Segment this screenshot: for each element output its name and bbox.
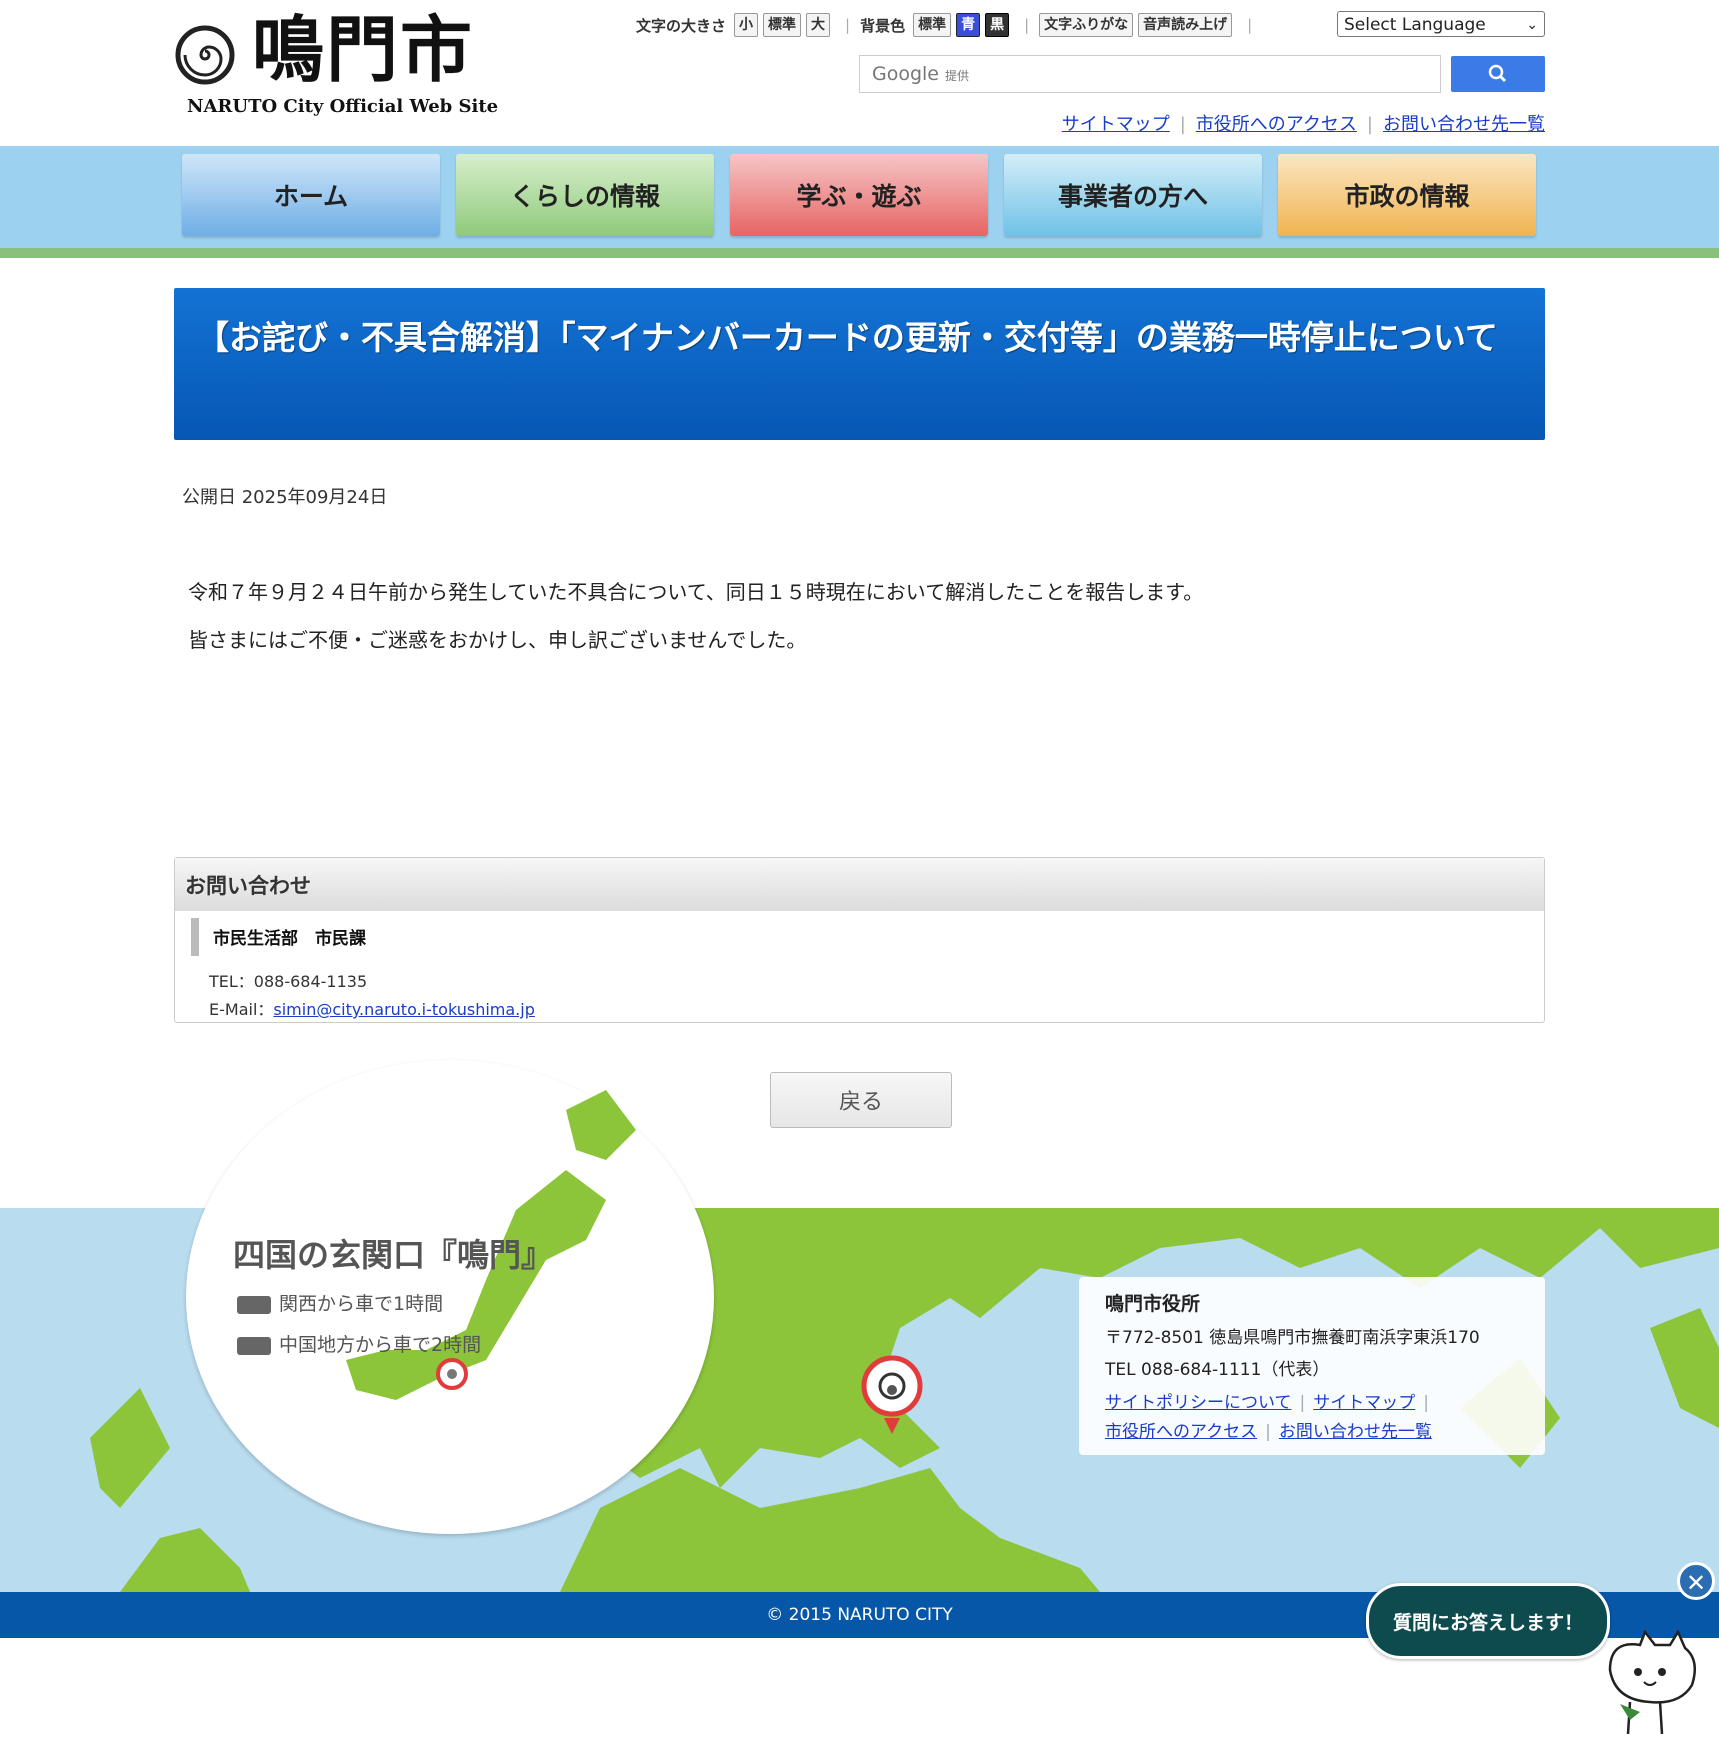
cat-mascot-icon[interactable] <box>1600 1630 1710 1740</box>
article-paragraph: 令和７年９月２４日午前から発生していた不具合について、同日１５時現在において解消… <box>188 580 1204 604</box>
footer-links-row: サイトポリシーについて | サイトマップ | <box>1105 1393 1429 1413</box>
footer-access-link[interactable]: 市役所へのアクセス <box>1105 1422 1257 1442</box>
car-icon <box>237 1295 271 1314</box>
furigana-button[interactable]: 文字ふりがな <box>1039 13 1134 37</box>
footer-tagline: 四国の玄関口『鳴門』 <box>233 1236 554 1274</box>
search-input[interactable]: Google 提供 <box>859 55 1441 93</box>
nav-business[interactable]: 事業者の方へ <box>1004 154 1262 236</box>
chatbot-button[interactable]: 質問にお答えします！ <box>1366 1583 1610 1659</box>
contact-list-link[interactable]: お問い合わせ先一覧 <box>1383 114 1545 135</box>
search-button[interactable] <box>1451 56 1545 92</box>
font-size-standard-button[interactable]: 標準 <box>763 13 802 37</box>
published-date: 公開日 2025年09月24日 <box>182 487 388 508</box>
dept-marker <box>191 918 199 956</box>
site-logo-text[interactable]: 鳴門市 <box>252 14 474 86</box>
contact-tel: TEL：088-684-1135 <box>209 972 368 991</box>
language-select-value: Select Language <box>1344 15 1486 35</box>
footer-links-row: 市役所へのアクセス | お問い合わせ先一覧 <box>1105 1422 1432 1442</box>
background-color-label: 背景色 <box>860 16 906 35</box>
bg-black-button[interactable]: 黒 <box>985 13 1010 37</box>
nav-underline <box>0 248 1719 258</box>
footer-sitemap-link[interactable]: サイトマップ <box>1313 1393 1415 1413</box>
access-link[interactable]: 市役所へのアクセス <box>1196 114 1357 135</box>
sitemap-link[interactable]: サイトマップ <box>1062 114 1170 135</box>
access-chugoku: 中国地方から車で2時間 <box>237 1330 481 1357</box>
contact-email-row: E-Mail：simin@city.naruto.i-tokushima.jp <box>209 1000 535 1019</box>
bg-blue-button[interactable]: 青 <box>956 13 981 37</box>
site-logo-subtitle: NARUTO City Official Web Site <box>187 96 499 117</box>
divider: | <box>845 16 851 34</box>
read-aloud-button[interactable]: 音声読み上げ <box>1138 13 1233 37</box>
nav-living-info[interactable]: くらしの情報 <box>456 154 714 236</box>
nav-learn-play[interactable]: 学ぶ・遊ぶ <box>730 154 988 236</box>
search-icon <box>1488 64 1507 83</box>
city-hall-info: 鳴門市役所 〒772-8501 徳島県鳴門市撫養町南浜字東浜170 TEL 08… <box>1079 1277 1545 1455</box>
page-title: 【お詫び・不具合解消】「マイナンバーカードの更新・交付等」の業務一時停止について <box>174 288 1545 440</box>
font-size-small-button[interactable]: 小 <box>734 13 759 37</box>
accessibility-toolbar: 文字の大きさ 小 標準 大 | 背景色 標準 青 黒 | 文字ふりがな 音声読み… <box>636 12 1262 38</box>
bg-standard-button[interactable]: 標準 <box>913 13 952 37</box>
article-paragraph: 皆さまにはご不便・ご迷惑をおかけし、申し訳ございませんでした。 <box>188 628 807 652</box>
divider: | <box>1024 16 1030 34</box>
google-brand-label: Google 提供 <box>872 63 970 85</box>
chevron-down-icon: ⌄ <box>1526 17 1538 33</box>
footer-contact-list-link[interactable]: お問い合わせ先一覧 <box>1279 1422 1432 1442</box>
naruto-location-pin-icon <box>861 1355 923 1434</box>
divider: | <box>1247 16 1253 34</box>
font-size-label: 文字の大きさ <box>636 16 727 35</box>
contact-header: お問い合わせ <box>175 858 1544 911</box>
department-name: 市民生活部 市民課 <box>213 929 366 949</box>
naruto-swirl-logo-icon[interactable] <box>175 25 235 85</box>
city-hall-address: 〒772-8501 徳島県鳴門市撫養町南浜字東浜170 <box>1105 1328 1480 1348</box>
contact-box: お問い合わせ 市民生活部 市民課 TEL：088-684-1135 E-Mail… <box>174 857 1545 1023</box>
site-policy-link[interactable]: サイトポリシーについて <box>1105 1393 1292 1413</box>
back-button[interactable]: 戻る <box>770 1072 952 1128</box>
contact-email-link[interactable]: simin@city.naruto.i-tokushima.jp <box>273 1000 534 1019</box>
top-utility-links: サイトマップ | 市役所へのアクセス | お問い合わせ先一覧 <box>1061 114 1545 135</box>
city-hall-tel: TEL 088-684-1111（代表） <box>1105 1360 1330 1380</box>
nav-city-admin[interactable]: 市政の情報 <box>1278 154 1536 236</box>
city-hall-name: 鳴門市役所 <box>1105 1293 1201 1315</box>
close-icon[interactable]: ✕ <box>1677 1562 1715 1600</box>
access-kansai: 関西から車で1時間 <box>237 1289 443 1316</box>
contact-heading: お問い合わせ <box>185 874 311 898</box>
language-select[interactable]: Select Language ⌄ <box>1337 11 1545 37</box>
font-size-large-button[interactable]: 大 <box>806 13 831 37</box>
nav-home[interactable]: ホーム <box>182 154 440 236</box>
car-icon <box>237 1336 271 1355</box>
